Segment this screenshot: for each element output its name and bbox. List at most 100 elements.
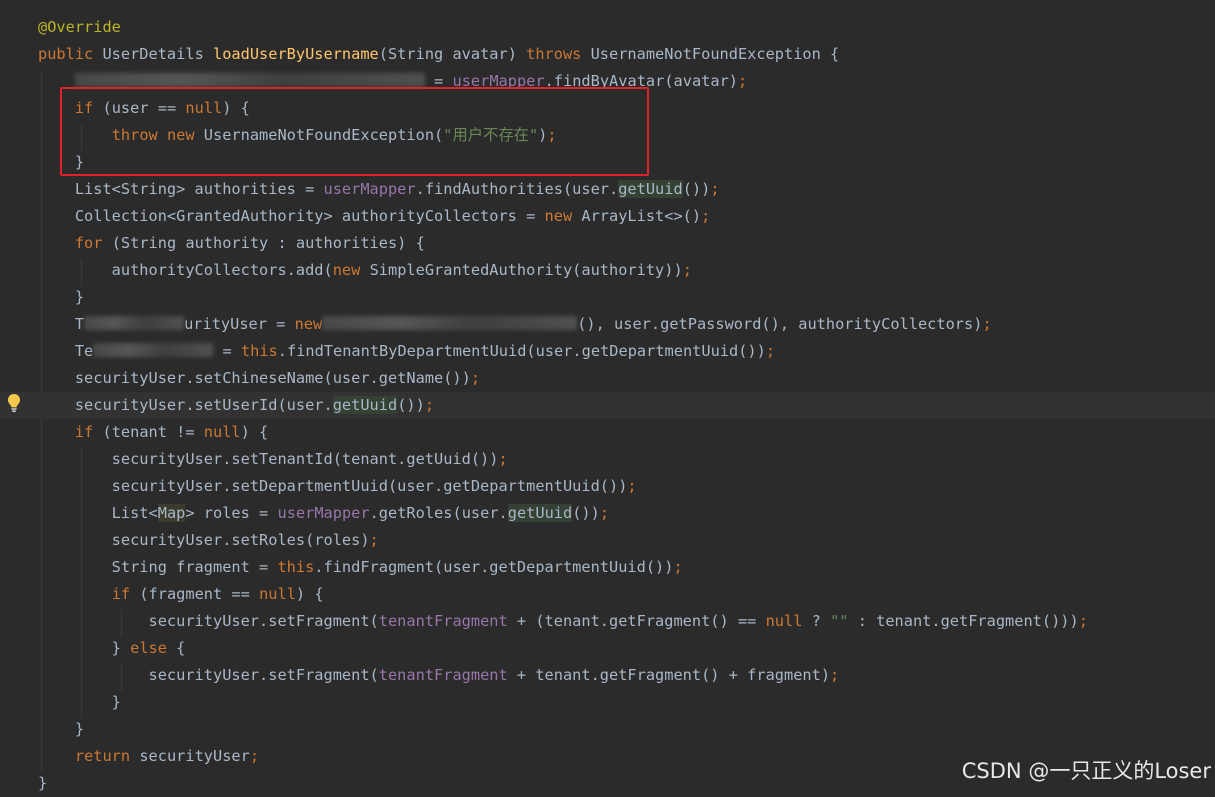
code-token: authorityCollectors.add( [38,261,333,279]
code-token: > roles = [185,504,278,522]
watermark: CSDN @一只正义的Loser [961,759,1211,783]
code-token: ; [470,369,481,387]
code-token: ; [765,342,776,360]
code-token: securityUser.setDepartmentUuid(user.getD… [38,477,628,495]
code-line[interactable]: for (String authority : authorities) { [38,230,425,257]
code-line[interactable]: securityUser.setFragment(tenantFragment … [38,662,840,689]
code-token: } [38,720,85,738]
code-token: ; [710,180,720,198]
code-line[interactable]: List<Map> roles = userMapper.getRoles(us… [38,500,609,527]
code-token: securityUser.setUserId(user. [38,396,333,414]
code-line[interactable]: securityUser.setFragment(tenantFragment … [38,608,1088,635]
code-token: return [74,747,140,765]
code-token: = [213,342,241,360]
code-token: securityUser.setRoles(roles) [38,531,370,549]
code-line[interactable]: securityUser.setRoles(roles); [38,527,379,554]
code-line[interactable]: if (tenant != null) { [38,419,268,446]
code-token: ) { [240,423,269,441]
code-token: if [111,585,140,603]
code-line[interactable]: if (fragment == null) { [38,581,324,608]
code-token: ; [627,477,637,495]
code-line[interactable]: } [38,770,47,797]
code-token: ; [738,72,748,90]
code-token: SimpleGrantedAuthority(authority)) [369,261,683,279]
code-token: new [332,261,370,279]
code-line[interactable]: } [38,716,84,743]
code-token: securityUser [139,747,250,765]
code-token: ; [498,450,508,468]
code-token: ; [424,396,435,414]
code-token: this [277,558,315,576]
code-token: urityUser = [184,315,295,333]
code-token: ; [369,531,379,549]
code-token: @Override [38,18,121,36]
code-token: securityUser.setChineseName(user.getName… [38,369,471,387]
redacted-text [93,343,214,357]
code-token: else [130,639,177,657]
code-token: } [38,774,48,792]
code-token: ()) [397,396,425,414]
code-token: userMapper [277,504,370,522]
code-token: (tenant != [102,423,204,441]
code-token: for [74,234,112,252]
code-line[interactable]: public UserDetails loadUserByUsername(St… [38,41,839,68]
code-token: } [38,639,131,657]
code-token: tenantFragment [378,666,508,684]
code-token: throws [526,45,591,63]
code-line[interactable]: @Override [38,14,121,41]
code-token: userMapper [323,180,416,198]
code-token: .findFragment(user.getDepartmentUuid()) [314,558,674,576]
code-line[interactable]: securityUser.setUserId(user.getUuid()); [0,392,1215,419]
code-token: { [176,639,186,657]
code-token: ; [830,666,840,684]
code-token: tenantFragment [378,612,508,630]
code-token: List< [38,504,158,522]
code-line[interactable]: } [38,284,84,311]
code-token: getUuid [507,504,573,522]
code-token: securityUser.setTenantId(tenant.getUuid(… [38,450,499,468]
code-token: ; [673,558,683,576]
code-line[interactable]: securityUser.setDepartmentUuid(user.getD… [38,473,637,500]
code-token: null [259,585,296,603]
code-token: new [544,207,582,225]
code-token: T [38,315,85,333]
code-line[interactable]: Te = this.findTenantByDepartmentUuid(use… [38,338,775,365]
code-token: Map [157,504,186,522]
code-line[interactable]: } [38,689,121,716]
code-line[interactable]: securityUser.setTenantId(tenant.getUuid(… [38,446,508,473]
code-token: ; [1078,612,1088,630]
code-token: + (tenant.getFragment() == [507,612,766,630]
code-token: String fragment = [38,558,278,576]
code-line[interactable]: } else { [38,635,186,662]
code-line[interactable]: return securityUser; [38,743,259,770]
code-line[interactable]: securityUser.setChineseName(user.getName… [38,365,480,392]
code-token: "" [830,612,849,630]
code-line[interactable]: authorityCollectors.add(new SimpleGrante… [38,257,692,284]
annotation-highlight-box [60,87,649,176]
code-token: ()) [572,504,600,522]
lightbulb-icon[interactable] [6,393,22,413]
code-line[interactable]: TurityUser = new (), user.getPassword(), … [38,311,992,338]
code-line[interactable]: String fragment = this.findFragment(user… [38,554,683,581]
code-editor[interactable]: @Override public UserDetails loadUserByUs… [0,0,1215,792]
code-token: ; [249,747,260,765]
code-token: Collection<GrantedAuthority> authorityCo… [38,207,545,225]
code-token: securityUser.setFragment( [38,666,379,684]
code-token: ; [599,504,610,522]
code-token: (String avatar) [378,45,527,63]
code-token: public [38,45,103,63]
code-token: (fragment == [139,585,260,603]
code-token: .findAuthorities(user. [415,180,619,198]
code-line[interactable]: List<String> authorities = userMapper.fi… [38,176,720,203]
code-token: ? [802,612,831,630]
code-token: + tenant.getFragment() + fragment) [507,666,831,684]
code-token: ; [982,315,992,333]
code-token: null [203,423,241,441]
code-token: .getRoles(user. [369,504,508,522]
code-token: Te [38,342,94,360]
code-line[interactable]: Collection<GrantedAuthority> authorityCo… [38,203,711,230]
redacted-text [322,316,578,330]
code-token: loadUserByUsername [212,45,379,63]
code-token: (String authority : authorities) { [111,234,425,252]
